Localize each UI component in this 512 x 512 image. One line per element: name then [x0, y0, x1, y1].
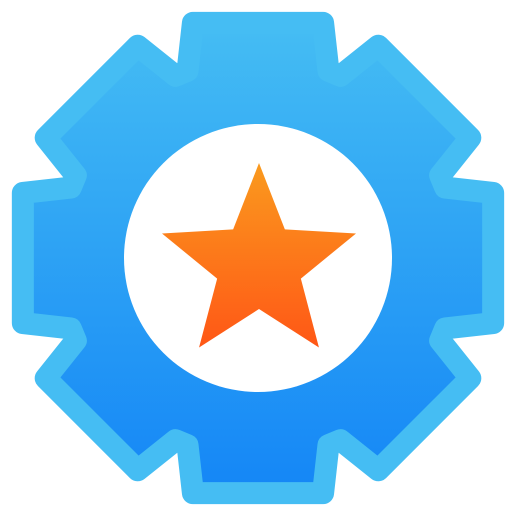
app-icon [0, 0, 512, 512]
gear-star-icon [11, 11, 505, 505]
